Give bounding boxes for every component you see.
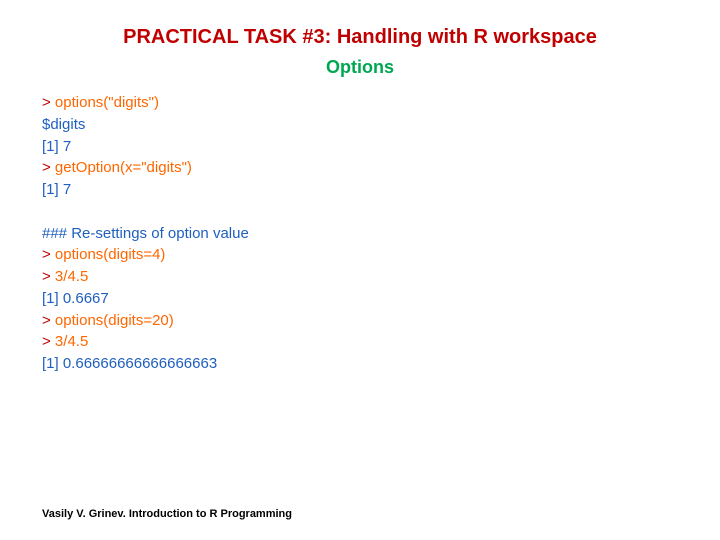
blank-line — [42, 201, 720, 223]
command-text: options(digits=20) — [51, 312, 174, 329]
output-line: [1] 0.6667 — [42, 288, 720, 310]
command-text: getOption(x="digits") — [51, 159, 192, 176]
page-title: PRACTICAL TASK #3: Handling with R works… — [0, 0, 720, 49]
output-line: $digits — [42, 114, 720, 136]
command-text: 3/4.5 — [51, 268, 89, 285]
command-text: 3/4.5 — [51, 333, 89, 350]
footer-text: Vasily V. Grinev. Introduction to R Prog… — [42, 508, 292, 520]
prompt: > — [42, 333, 51, 350]
output-line: [1] 7 — [42, 179, 720, 201]
comment-line: ### Re-settings of option value — [42, 223, 720, 245]
output-line: [1] 7 — [42, 136, 720, 158]
code-line: > options(digits=4) — [42, 244, 720, 266]
code-line: > options(digits=20) — [42, 310, 720, 332]
code-line: > 3/4.5 — [42, 331, 720, 353]
prompt: > — [42, 268, 51, 285]
command-text: options(digits=4) — [51, 246, 166, 263]
code-block: > options("digits") $digits [1] 7 > getO… — [42, 92, 720, 375]
prompt: > — [42, 94, 51, 111]
page-subtitle: Options — [0, 57, 720, 78]
prompt: > — [42, 159, 51, 176]
output-line: [1] 0.66666666666666663 — [42, 353, 720, 375]
command-text: options("digits") — [51, 94, 159, 111]
prompt: > — [42, 312, 51, 329]
prompt: > — [42, 246, 51, 263]
code-line: > options("digits") — [42, 92, 720, 114]
code-line: > getOption(x="digits") — [42, 157, 720, 179]
code-line: > 3/4.5 — [42, 266, 720, 288]
